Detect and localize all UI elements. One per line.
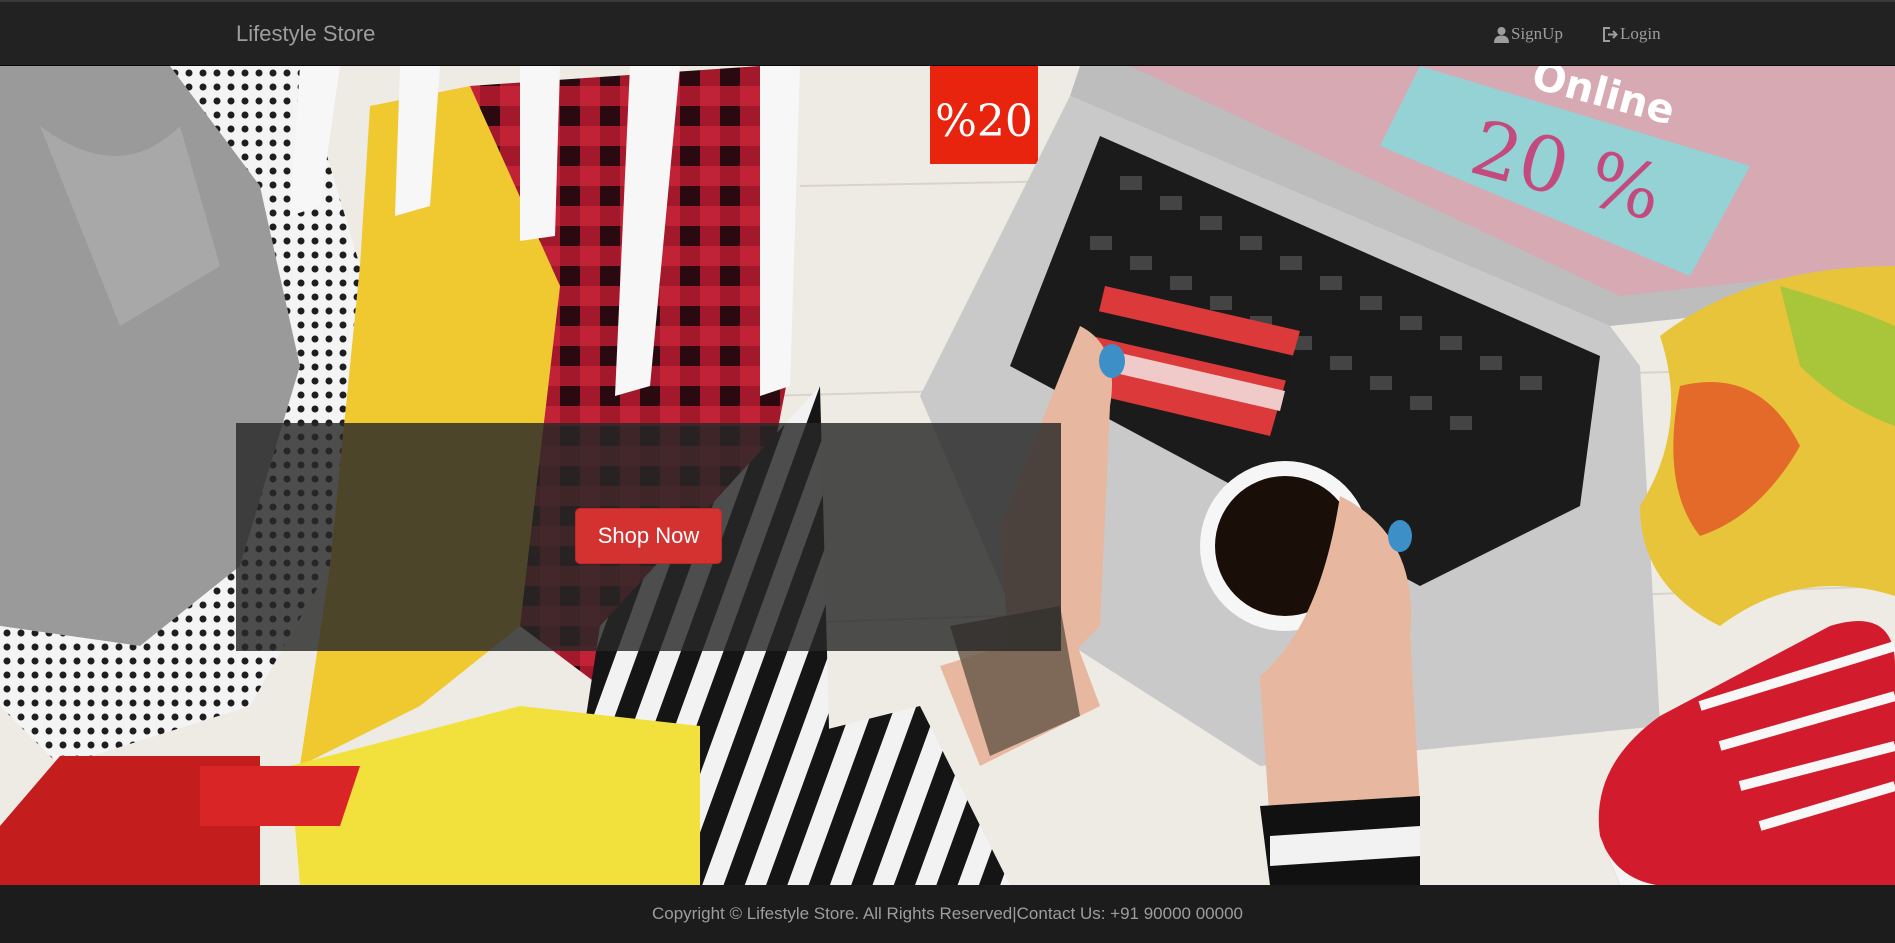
log-in-icon bbox=[1602, 26, 1619, 43]
hero-image: %20 20 % Online bbox=[0, 66, 1895, 885]
footer-copyright-text: Copyright © Lifestyle Store. All Rights … bbox=[651, 904, 1243, 923]
user-icon bbox=[1493, 26, 1510, 43]
sale-tag-text: %20 bbox=[935, 96, 1033, 147]
footer: Copyright © Lifestyle Store. All Rights … bbox=[0, 885, 1895, 943]
login-link[interactable]: Login bbox=[1602, 24, 1661, 44]
brand-link[interactable]: Lifestyle Store bbox=[236, 21, 375, 47]
login-label: Login bbox=[1620, 24, 1661, 43]
shop-now-button[interactable]: Shop Now bbox=[575, 508, 722, 564]
signup-label: SignUp bbox=[1511, 24, 1563, 43]
signup-link[interactable]: SignUp bbox=[1493, 24, 1563, 44]
navbar: Lifestyle Store SignUp Login bbox=[0, 0, 1895, 66]
